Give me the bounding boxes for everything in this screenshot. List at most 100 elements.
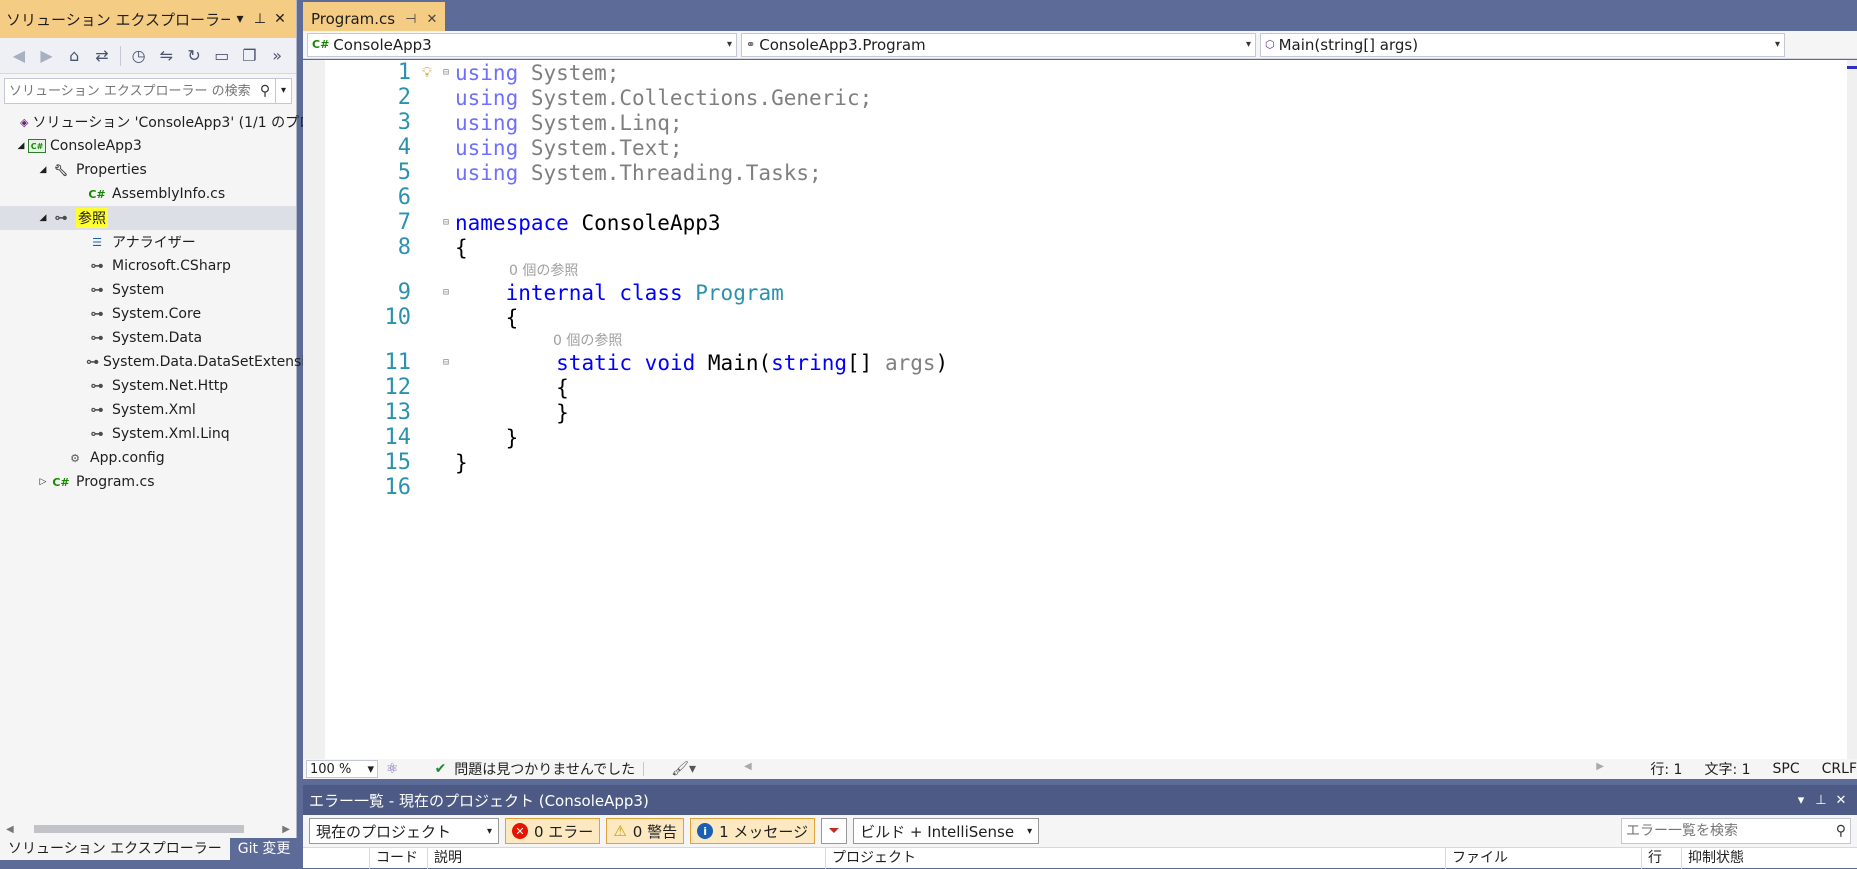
search-icon[interactable]: ⚲ [1836, 823, 1846, 839]
solution-explorer-search-input[interactable] [5, 79, 255, 103]
scroll-thumb[interactable] [33, 825, 244, 833]
expanded-arrow-icon[interactable]: ◢ [36, 213, 50, 223]
tree-item-reference[interactable]: ⊶ System.Core [0, 302, 296, 326]
type-dropdown[interactable]: ⚭ ConsoleApp3.Program ▾ [741, 32, 1256, 57]
expanded-arrow-icon[interactable]: ◢ [36, 165, 50, 175]
column-header-suppression[interactable]: 抑制状態 [1681, 847, 1811, 869]
tree-item-project[interactable]: ◢ C# ConsoleApp3 [0, 134, 296, 158]
expanded-arrow-icon[interactable]: ◢ [14, 141, 28, 151]
code-text: ConsoleApp3 [568, 210, 721, 235]
column-header-project[interactable]: プロジェクト [825, 847, 1445, 869]
keyword: internal [505, 280, 607, 305]
tab-solution-explorer[interactable]: ソリューション エクスプローラー [0, 838, 230, 860]
tree-item-reference[interactable]: ⊶ System [0, 278, 296, 302]
collapse-icon[interactable]: ⊟ [439, 357, 453, 368]
messages-filter-button[interactable]: i 1 メッセージ [690, 818, 816, 844]
vertical-scrollbar[interactable] [1847, 60, 1857, 760]
line-number: 10 [384, 305, 412, 330]
build-filter-dropdown[interactable]: ビルド + IntelliSense ▾ [853, 818, 1040, 844]
pin-icon[interactable]: ⊥ [1811, 793, 1831, 808]
dropdown-icon[interactable]: ▾ [230, 11, 250, 27]
collapsed-arrow-icon[interactable]: ▷ [36, 477, 50, 487]
close-icon[interactable]: ✕ [1831, 793, 1851, 808]
code-line: 4 using System.Text; [325, 135, 1847, 160]
errors-count: 0 エラー [534, 822, 594, 841]
tree-item-analyzers[interactable]: ☰ アナライザー [0, 230, 296, 254]
errors-filter-button[interactable]: ✕ 0 エラー [505, 818, 601, 844]
lightbulb-icon[interactable]: 💡︎ [415, 65, 439, 81]
switch-views-icon[interactable]: ⇄ [89, 43, 115, 69]
pin-icon[interactable]: ⊥ [250, 11, 270, 27]
tree-item-references[interactable]: ◢ ⊶ 参照 [0, 206, 296, 230]
forward-icon[interactable]: ▶ [34, 43, 60, 69]
column-header-file[interactable]: ファイル [1445, 847, 1641, 869]
scroll-right-icon[interactable]: ▶ [282, 824, 290, 835]
tree-item-reference[interactable]: ⊶ System.Net.Http [0, 374, 296, 398]
scroll-left-icon[interactable]: ◀ [6, 824, 14, 835]
reference-icon: ⊶ [90, 282, 104, 298]
tree-item-reference[interactable]: ⊶ System.Xml.Linq [0, 422, 296, 446]
line-ending-indicator[interactable]: CRLF [1822, 761, 1857, 777]
dropdown-icon[interactable]: ▾ [1791, 793, 1811, 808]
refresh-icon[interactable]: ↻ [181, 43, 207, 69]
project-dropdown[interactable]: C# ConsoleApp3 ▾ [307, 32, 737, 57]
sync-with-active-document-icon[interactable]: ⇋ [154, 43, 180, 69]
home-icon[interactable]: ⌂ [61, 43, 87, 69]
issues-status[interactable]: 問題は見つかりませんでした [454, 759, 635, 779]
codelens-label[interactable]: 0 個の参照 [553, 330, 622, 350]
editor-horizontal-scrollbar[interactable]: ◀ ▶ [704, 761, 1604, 774]
collapse-icon[interactable]: ⊟ [439, 67, 453, 78]
tree-item-reference[interactable]: ⊶ System.Data [0, 326, 296, 350]
chevron-down-icon: ▾ [1027, 825, 1033, 837]
tree-item-reference[interactable]: ⊶ System.Xml [0, 398, 296, 422]
scroll-left-icon[interactable]: ◀ [744, 761, 752, 772]
warnings-filter-button[interactable]: ⚠ 0 警告 [606, 818, 685, 844]
tree-item-reference[interactable]: ⊶ System.Data.DataSetExtensions [0, 350, 330, 374]
zoom-dropdown[interactable]: 100 % ▾ [306, 760, 378, 778]
line-number: 9 [397, 280, 411, 305]
scroll-track[interactable] [18, 824, 279, 834]
tree-item-appconfig[interactable]: ⚙︎ App.config [0, 446, 296, 470]
error-list-search-input[interactable] [1626, 823, 1836, 839]
column-header-line[interactable]: 行 [1641, 847, 1681, 869]
horizontal-scrollbar[interactable]: ◀ ▶ [0, 820, 296, 838]
codelens-references[interactable]: 0 個の参照 [325, 260, 1847, 280]
search-options-dropdown-icon[interactable]: ▾ [275, 79, 291, 103]
column-header-description[interactable]: 説明 [427, 847, 825, 869]
tree-item-program[interactable]: ▷ C# Program.cs [0, 470, 296, 494]
code-line: 3 using System.Linq; [325, 110, 1847, 135]
tree-item-solution[interactable]: ◈ ソリューション 'ConsoleApp3' (1/1 のプロジェクト) [0, 110, 375, 134]
scope-dropdown[interactable]: 現在のプロジェクト ▾ [309, 818, 499, 844]
close-icon[interactable]: ✕ [426, 12, 437, 27]
code-line: 1 💡︎ ⊟ using System; [325, 60, 1847, 85]
wrench-icon: 🔧︎ [54, 163, 68, 177]
filter-icon[interactable]: ⏷ [821, 818, 848, 844]
codelens-references[interactable]: 0 個の参照 [325, 330, 1847, 350]
tab-git-changes[interactable]: Git 変更 [230, 838, 299, 860]
scroll-right-icon[interactable]: ▶ [1596, 761, 1604, 772]
code-line: 12 { [325, 375, 1847, 400]
collapse-all-icon[interactable]: ▭ [209, 43, 235, 69]
collapse-icon[interactable]: ⊟ [439, 217, 453, 228]
tree-item-reference[interactable]: ⊶ Microsoft.CSharp [0, 254, 296, 278]
column-header-code[interactable]: コード [369, 847, 427, 869]
tree-item-assemblyinfo[interactable]: C# AssemblyInfo.cs [0, 182, 296, 206]
intellicode-icon[interactable]: ⚛︎ [386, 761, 399, 777]
search-icon[interactable]: ⚲ [255, 83, 275, 99]
codelens-label[interactable]: 0 個の参照 [509, 260, 578, 280]
pending-changes-filter-icon[interactable]: ◷ [126, 43, 152, 69]
error-list-search: ⚲ [1621, 818, 1851, 844]
show-all-files-icon[interactable]: ❐ [237, 43, 263, 69]
tree-item-properties[interactable]: ◢ 🔧︎ Properties [0, 158, 296, 182]
close-icon[interactable]: ✕ [270, 11, 290, 27]
member-dropdown[interactable]: ⬡ Main(string[] args) ▾ [1260, 32, 1785, 57]
code-editor[interactable]: 1 💡︎ ⊟ using System; 2 using System.Coll… [303, 60, 1857, 760]
pin-icon[interactable]: ⊣ [405, 12, 416, 27]
whitespace-indicator[interactable]: SPC [1773, 761, 1800, 777]
solution-explorer-panel: ソリューション エクスプローラー ▾ ⊥ ✕ ◀ ▶ ⌂ ⇄ ◷ ⇋ ↻ ▭ ❐… [0, 0, 375, 868]
back-icon[interactable]: ◀ [6, 43, 32, 69]
collapse-icon[interactable]: ⊟ [439, 287, 453, 298]
more-tools-icon[interactable]: » [264, 43, 290, 69]
line-number: 8 [397, 235, 411, 260]
code-cleanup-icon[interactable]: 🖌︎▾ [671, 761, 696, 777]
